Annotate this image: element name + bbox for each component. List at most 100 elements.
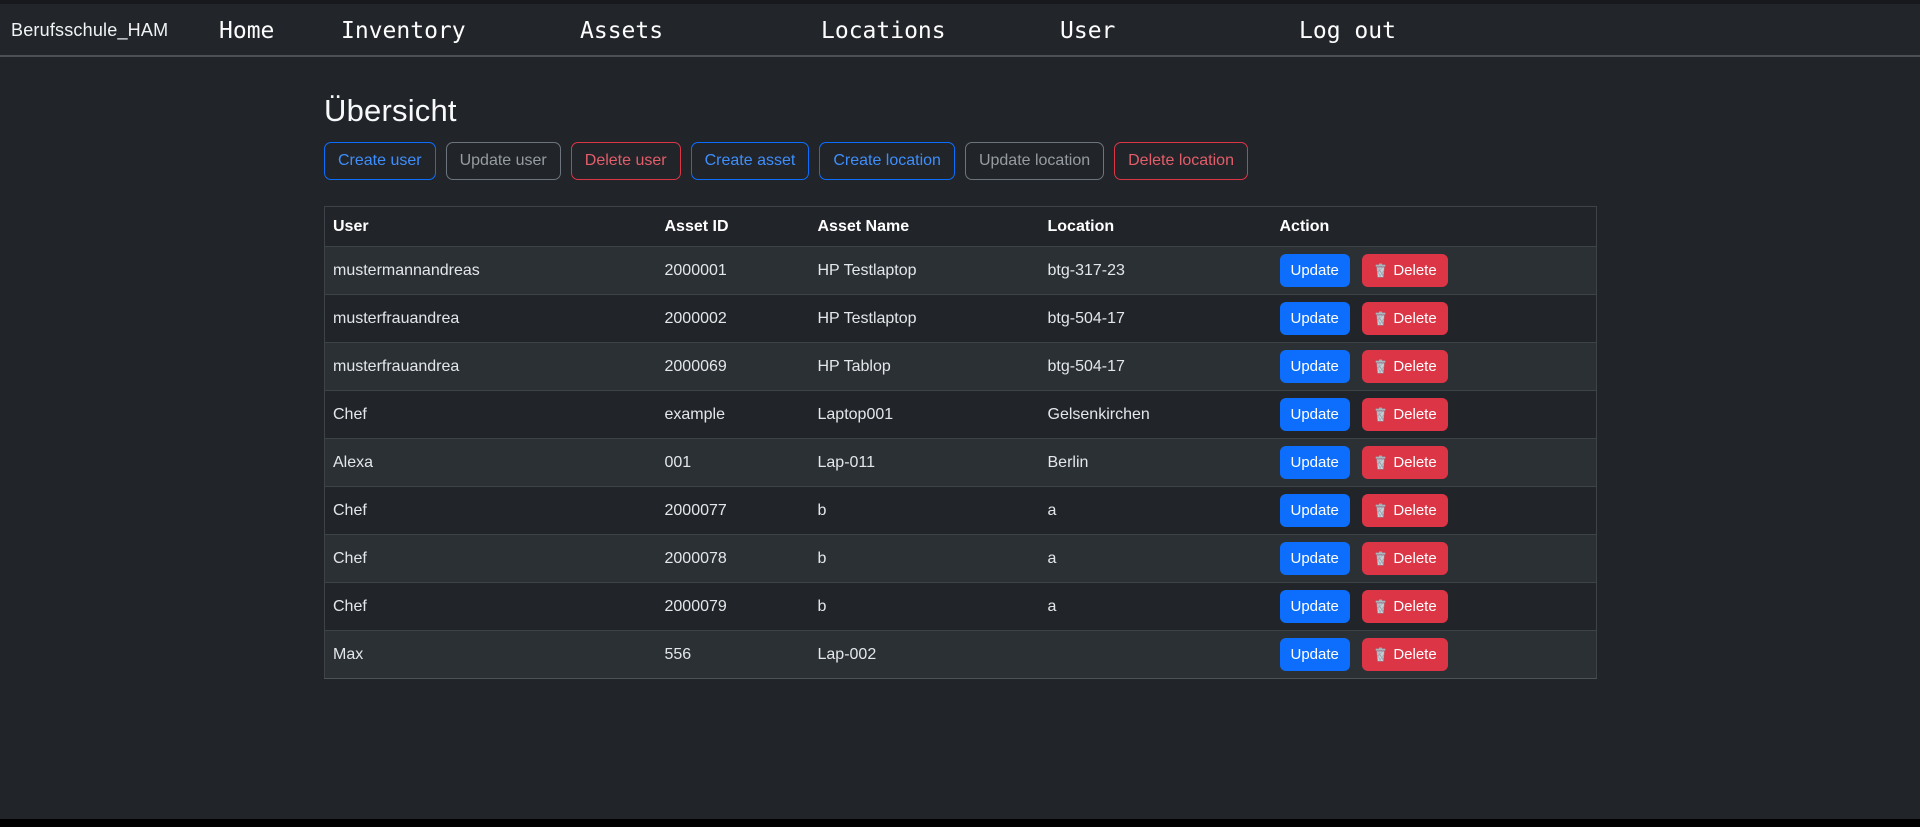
cell-location bbox=[1040, 631, 1272, 679]
update-user-button[interactable]: Update user bbox=[446, 142, 561, 180]
delete-button[interactable]: Delete bbox=[1362, 254, 1447, 287]
table-row: musterfrauandrea 2000002 HP Testlaptop b… bbox=[325, 295, 1597, 343]
window-bottom-strip bbox=[0, 819, 1920, 827]
delete-button[interactable]: Delete bbox=[1362, 302, 1447, 335]
delete-button[interactable]: Delete bbox=[1362, 446, 1447, 479]
cell-actions: Update Delete bbox=[1272, 487, 1597, 535]
cell-asset-id: 2000078 bbox=[657, 535, 810, 583]
table-row: Alexa 001 Lap-011 Berlin Update Delete bbox=[325, 439, 1597, 487]
cell-asset-id: 2000077 bbox=[657, 487, 810, 535]
nav-item-locations[interactable]: Locations bbox=[821, 4, 946, 57]
cell-asset-name: Laptop001 bbox=[810, 391, 1040, 439]
update-location-button[interactable]: Update location bbox=[965, 142, 1104, 180]
delete-button-label: Delete bbox=[1393, 454, 1436, 471]
update-button[interactable]: Update bbox=[1280, 638, 1350, 671]
cell-asset-id: 2000069 bbox=[657, 343, 810, 391]
nav-item-logout[interactable]: Log out bbox=[1299, 4, 1396, 57]
cell-asset-name: Lap-011 bbox=[810, 439, 1040, 487]
update-button[interactable]: Update bbox=[1280, 398, 1350, 431]
table-row: musterfrauandrea 2000069 HP Tablop btg-5… bbox=[325, 343, 1597, 391]
trash-icon bbox=[1373, 599, 1388, 614]
delete-button[interactable]: Delete bbox=[1362, 350, 1447, 383]
cell-location: btg-504-17 bbox=[1040, 295, 1272, 343]
cell-actions: Update Delete bbox=[1272, 295, 1597, 343]
cell-location: btg-317-23 bbox=[1040, 247, 1272, 295]
nav-item-inventory[interactable]: Inventory bbox=[341, 4, 466, 57]
cell-user: Alexa bbox=[325, 439, 657, 487]
update-button[interactable]: Update bbox=[1280, 542, 1350, 575]
update-button[interactable]: Update bbox=[1280, 590, 1350, 623]
cell-user: mustermannandreas bbox=[325, 247, 657, 295]
cell-asset-id: 2000001 bbox=[657, 247, 810, 295]
cell-asset-name: Lap-002 bbox=[810, 631, 1040, 679]
create-location-button[interactable]: Create location bbox=[819, 142, 955, 180]
cell-location: btg-504-17 bbox=[1040, 343, 1272, 391]
delete-button-label: Delete bbox=[1393, 262, 1436, 279]
delete-button[interactable]: Delete bbox=[1362, 638, 1447, 671]
cell-asset-name: HP Tablop bbox=[810, 343, 1040, 391]
delete-button[interactable]: Delete bbox=[1362, 542, 1447, 575]
delete-button-label: Delete bbox=[1393, 550, 1436, 567]
cell-actions: Update Delete bbox=[1272, 343, 1597, 391]
cell-location: Berlin bbox=[1040, 439, 1272, 487]
cell-user: musterfrauandrea bbox=[325, 295, 657, 343]
trash-icon bbox=[1373, 359, 1388, 374]
page-title: Übersicht bbox=[324, 93, 1596, 129]
delete-button-label: Delete bbox=[1393, 598, 1436, 615]
create-asset-button[interactable]: Create asset bbox=[691, 142, 810, 180]
cell-location: a bbox=[1040, 583, 1272, 631]
cell-asset-id: example bbox=[657, 391, 810, 439]
table-row: Chef 2000077 b a Update Delete bbox=[325, 487, 1597, 535]
cell-actions: Update Delete bbox=[1272, 583, 1597, 631]
navbar-brand[interactable]: Berufsschule_HAM bbox=[11, 4, 168, 57]
update-button[interactable]: Update bbox=[1280, 350, 1350, 383]
delete-button-label: Delete bbox=[1393, 310, 1436, 327]
column-header-asset-id: Asset ID bbox=[657, 207, 810, 247]
delete-button[interactable]: Delete bbox=[1362, 494, 1447, 527]
cell-actions: Update Delete bbox=[1272, 391, 1597, 439]
cell-location: a bbox=[1040, 487, 1272, 535]
delete-button-label: Delete bbox=[1393, 502, 1436, 519]
table-header-row: User Asset ID Asset Name Location Action bbox=[325, 207, 1597, 247]
update-button[interactable]: Update bbox=[1280, 494, 1350, 527]
create-user-button[interactable]: Create user bbox=[324, 142, 436, 180]
cell-asset-name: b bbox=[810, 487, 1040, 535]
nav-item-user[interactable]: User bbox=[1060, 4, 1115, 57]
trash-icon bbox=[1373, 311, 1388, 326]
column-header-action: Action bbox=[1272, 207, 1597, 247]
delete-user-button[interactable]: Delete user bbox=[571, 142, 681, 180]
nav-item-assets[interactable]: Assets bbox=[580, 4, 663, 57]
delete-button[interactable]: Delete bbox=[1362, 398, 1447, 431]
column-header-user: User bbox=[325, 207, 657, 247]
cell-user: Chef bbox=[325, 487, 657, 535]
update-button[interactable]: Update bbox=[1280, 254, 1350, 287]
cell-asset-name: HP Testlaptop bbox=[810, 295, 1040, 343]
navbar: Berufsschule_HAM Home Inventory Assets Loca… bbox=[0, 4, 1920, 57]
column-header-asset-name: Asset Name bbox=[810, 207, 1040, 247]
cell-actions: Update Delete bbox=[1272, 247, 1597, 295]
delete-location-button[interactable]: Delete location bbox=[1114, 142, 1248, 180]
cell-asset-name: b bbox=[810, 535, 1040, 583]
trash-icon bbox=[1373, 263, 1388, 278]
delete-button-label: Delete bbox=[1393, 358, 1436, 375]
nav-item-home[interactable]: Home bbox=[219, 4, 274, 57]
table-row: Max 556 Lap-002 Update Delete bbox=[325, 631, 1597, 679]
cell-asset-name: HP Testlaptop bbox=[810, 247, 1040, 295]
cell-location: Gelsenkirchen bbox=[1040, 391, 1272, 439]
cell-user: Chef bbox=[325, 391, 657, 439]
column-header-location: Location bbox=[1040, 207, 1272, 247]
cell-location: a bbox=[1040, 535, 1272, 583]
delete-button[interactable]: Delete bbox=[1362, 590, 1447, 623]
cell-actions: Update Delete bbox=[1272, 439, 1597, 487]
asset-table: User Asset ID Asset Name Location Action… bbox=[324, 206, 1597, 679]
trash-icon bbox=[1373, 503, 1388, 518]
update-button[interactable]: Update bbox=[1280, 446, 1350, 479]
table-row: Chef example Laptop001 Gelsenkirchen Upd… bbox=[325, 391, 1597, 439]
delete-button-label: Delete bbox=[1393, 406, 1436, 423]
table-row: Chef 2000078 b a Update Delete bbox=[325, 535, 1597, 583]
trash-icon bbox=[1373, 407, 1388, 422]
trash-icon bbox=[1373, 455, 1388, 470]
update-button[interactable]: Update bbox=[1280, 302, 1350, 335]
trash-icon bbox=[1373, 551, 1388, 566]
cell-user: Max bbox=[325, 631, 657, 679]
